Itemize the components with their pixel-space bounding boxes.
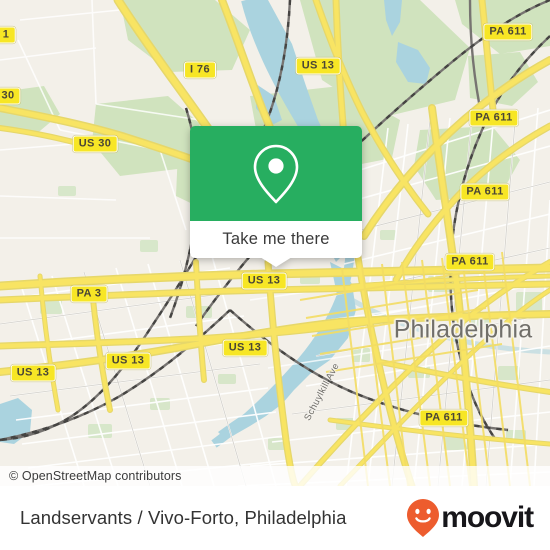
- moovit-smiley-pin-icon: [407, 499, 440, 537]
- bottom-info-bar: Landservants / Vivo-Forto, Philadelphia …: [0, 486, 550, 550]
- map-canvas[interactable]: Philadelphia Schuylkill Ave 1 30 US 30 I…: [0, 0, 550, 486]
- road-shield[interactable]: I 76: [184, 61, 216, 79]
- road-shield[interactable]: 1: [0, 26, 16, 44]
- road-shield[interactable]: PA 611: [445, 253, 495, 271]
- map-attribution[interactable]: © OpenStreetMap contributors: [0, 466, 550, 486]
- road-shield[interactable]: US 30: [72, 135, 118, 153]
- map-pin-icon: [253, 144, 299, 203]
- moovit-wordmark: moovit: [441, 501, 534, 534]
- road-shield[interactable]: PA 611: [419, 409, 469, 427]
- road-shield[interactable]: PA 611: [483, 23, 533, 41]
- location-title: Landservants / Vivo-Forto, Philadelphia: [20, 507, 347, 528]
- road-shield[interactable]: PA 3: [70, 285, 108, 303]
- road-shield[interactable]: 30: [0, 87, 21, 105]
- callout-icon-area: [190, 126, 362, 221]
- map-screenshot: Philadelphia Schuylkill Ave 1 30 US 30 I…: [0, 0, 550, 550]
- moovit-logo[interactable]: moovit: [406, 498, 534, 538]
- take-me-there-button[interactable]: Take me there: [190, 221, 362, 258]
- road-shield[interactable]: US 13: [295, 57, 341, 75]
- road-shield[interactable]: US 13: [105, 352, 151, 370]
- road-shield[interactable]: US 13: [222, 339, 268, 357]
- map-place-label-philadelphia: Philadelphia: [393, 315, 533, 344]
- destination-callout-card[interactable]: Take me there: [190, 126, 362, 267]
- road-shield[interactable]: PA 611: [469, 109, 519, 127]
- road-shield[interactable]: US 13: [241, 272, 287, 290]
- road-shield[interactable]: US 13: [10, 364, 56, 382]
- callout-pointer: [260, 257, 292, 267]
- road-shield[interactable]: PA 611: [460, 183, 510, 201]
- take-me-there-label: Take me there: [222, 230, 330, 248]
